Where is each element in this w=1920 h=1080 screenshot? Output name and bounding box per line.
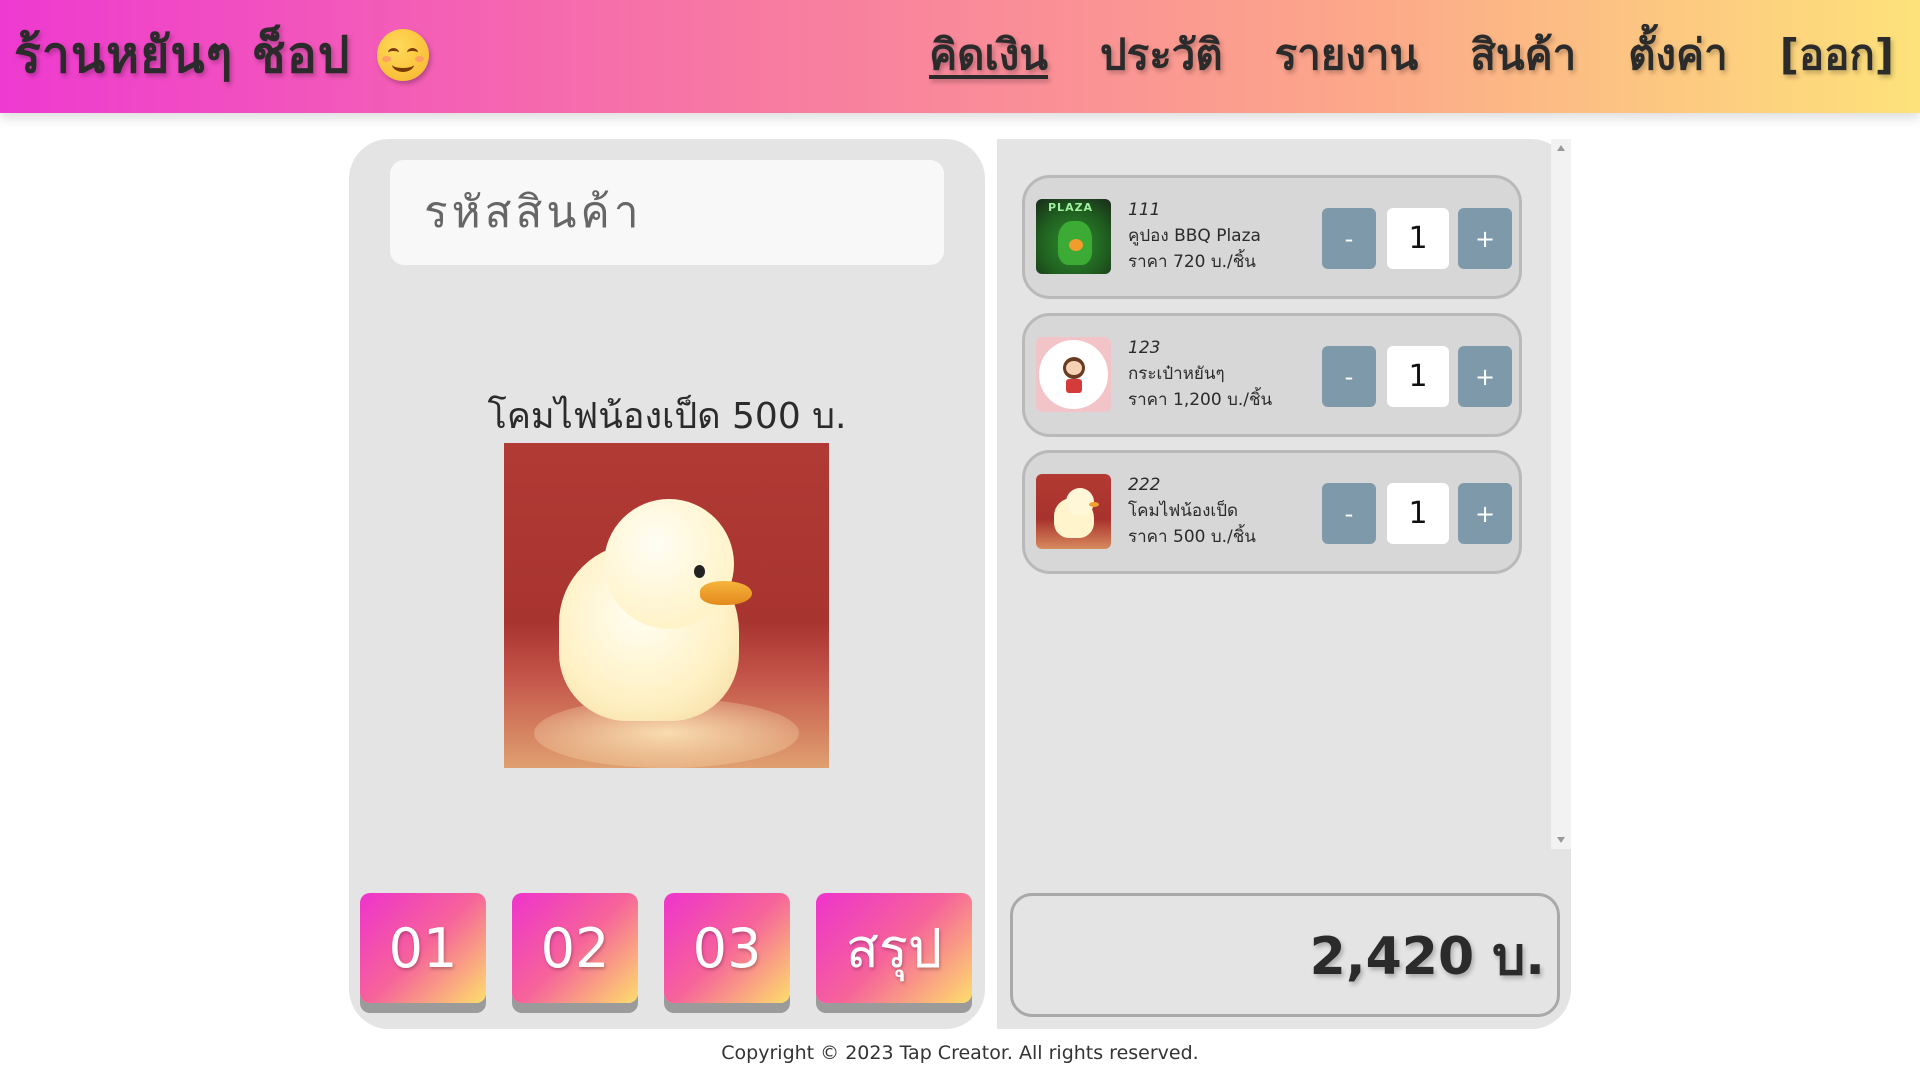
cart-item-code: 111 (1128, 200, 1161, 220)
nav-products[interactable]: สินค้า (1470, 22, 1576, 88)
cart-item-image: PLAZA (1036, 199, 1111, 274)
quick-button-03[interactable]: 03 (664, 893, 790, 1003)
quick-button-01[interactable]: 01 (360, 893, 486, 1003)
cart-item-price: ราคา 1,200 บ./ชิ้น (1128, 390, 1273, 410)
nav-report[interactable]: รายงาน (1275, 22, 1419, 88)
main-nav: คิดเงิน ประวัติ รายงาน สินค้า ตั้งค่า [อ… (929, 24, 1894, 86)
total-amount: 2,420 บ. (1010, 893, 1560, 1017)
decrease-qty-button[interactable]: - (1322, 483, 1376, 544)
nav-logout[interactable]: [ออก] (1780, 22, 1894, 88)
cart-item-price: ราคา 500 บ./ชิ้น (1128, 527, 1256, 547)
nav-history[interactable]: ประวัติ (1100, 22, 1223, 88)
shop-name: ร้านหยันๆ ช็อป (14, 25, 351, 84)
scroll-down-icon[interactable] (1557, 837, 1565, 843)
cart-item: PLAZA 111 คูปอง BBQ Plaza ราคา 720 บ./ชิ… (1022, 175, 1522, 299)
cart-item: 123 กระเป๋าหยันๆ ราคา 1,200 บ./ชิ้น - + (1022, 313, 1522, 437)
increase-qty-button[interactable]: + (1458, 208, 1512, 269)
scan-panel: โคมไฟน้องเป็ด 500 บ. 01 02 03 สรุป (349, 139, 985, 1029)
quick-button-02[interactable]: 02 (512, 893, 638, 1003)
smiling-face-icon (376, 29, 429, 81)
current-product-name-price: โคมไฟน้องเป็ด 500 บ. (487, 396, 847, 437)
qty-input[interactable] (1387, 208, 1449, 269)
qty-input[interactable] (1387, 483, 1449, 544)
cart-item-name: กระเป๋าหยันๆ (1128, 364, 1225, 384)
increase-qty-button[interactable]: + (1458, 346, 1512, 407)
top-navbar: ร้านหยันๆ ช็อป คิดเงิน ประวัติ รายงาน สิ… (0, 0, 1920, 113)
shop-logo[interactable]: ร้านหยันๆ ช็อป (14, 22, 429, 88)
decrease-qty-button[interactable]: - (1322, 208, 1376, 269)
cart-item-image (1036, 474, 1111, 549)
cart-item-name: คูปอง BBQ Plaza (1128, 226, 1261, 246)
cart-item-code: 222 (1128, 475, 1161, 495)
footer-copyright: Copyright © 2023 Tap Creator. All rights… (721, 1042, 1199, 1064)
product-code-input[interactable] (390, 160, 944, 265)
nav-checkout[interactable]: คิดเงิน (929, 22, 1048, 88)
cart-item-price: ราคา 720 บ./ชิ้น (1128, 252, 1256, 272)
nav-settings[interactable]: ตั้งค่า (1628, 22, 1727, 88)
decrease-qty-button[interactable]: - (1322, 346, 1376, 407)
increase-qty-button[interactable]: + (1458, 483, 1512, 544)
cart-list[interactable]: PLAZA 111 คูปอง BBQ Plaza ราคา 720 บ./ชิ… (997, 139, 1571, 849)
cart-item-image (1036, 337, 1111, 412)
cart-item: 222 โคมไฟน้องเป็ด ราคา 500 บ./ชิ้น - + (1022, 450, 1522, 574)
cart-scrollbar[interactable] (1551, 139, 1571, 849)
summary-button[interactable]: สรุป (816, 893, 972, 1003)
current-product-image (504, 443, 829, 768)
qty-input[interactable] (1387, 346, 1449, 407)
scroll-up-icon[interactable] (1557, 145, 1565, 151)
cart-item-name: โคมไฟน้องเป็ด (1128, 501, 1239, 521)
cart-item-code: 123 (1128, 338, 1161, 358)
cart-panel: PLAZA 111 คูปอง BBQ Plaza ราคา 720 บ./ชิ… (997, 139, 1571, 1029)
